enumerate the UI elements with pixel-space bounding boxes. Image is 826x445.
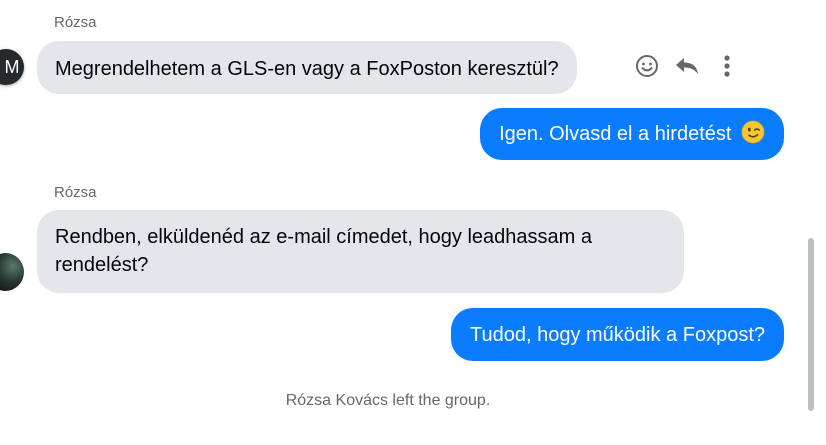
message-actions [634,52,740,80]
scrollbar[interactable] [808,238,814,411]
more-options-icon[interactable] [714,53,740,79]
sender-name: Rózsa [54,14,97,31]
message-text: Igen. Olvasd el a hirdetést [499,123,732,145]
react-icon[interactable] [634,53,660,79]
message-text: Megrendelhetem a GLS-en vagy a FoxPoston… [55,58,559,80]
avatar[interactable] [0,253,24,291]
incoming-message-bubble[interactable]: Megrendelhetem a GLS-en vagy a FoxPoston… [37,41,577,94]
sender-name: Rózsa [54,184,97,201]
reply-icon[interactable] [674,53,700,79]
avatar[interactable]: M [0,49,24,85]
outgoing-message-bubble[interactable]: Igen. Olvasd el a hirdetést [480,108,784,160]
chat-thread: Rózsa M Megrendelhetem a GLS-en vagy a F… [0,0,826,445]
message-text: Tudod, hogy működik a Foxpost? [470,324,765,346]
system-message: Rózsa Kovács left the group. [285,392,491,409]
incoming-message-bubble[interactable]: Rendben, elküldenéd az e-mail címedet, h… [37,210,684,293]
outgoing-message-bubble[interactable]: Tudod, hogy működik a Foxpost? [451,308,784,361]
avatar-initial: M [4,57,20,77]
message-text: Rendben, elküldenéd az e-mail címedet, h… [55,226,592,276]
winking-face-emoji [741,120,765,144]
